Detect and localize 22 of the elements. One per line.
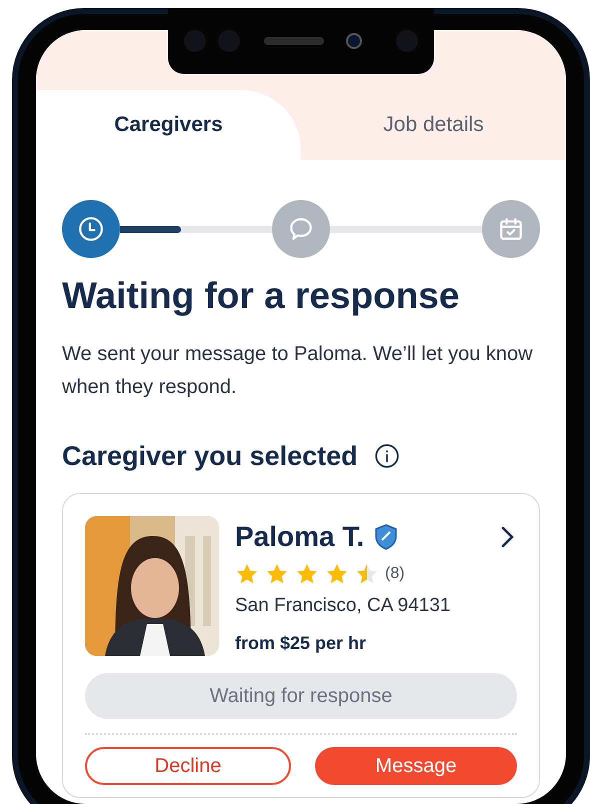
hourly-rate: from $25 per hr (235, 632, 368, 655)
calendar-check-icon (498, 216, 524, 242)
review-count: (8) (385, 564, 405, 584)
caregiver-location: San Francisco, CA 94131 (235, 594, 452, 618)
chat-bubble-icon (288, 216, 314, 242)
star-icon (235, 562, 259, 586)
decline-button[interactable]: Decline (85, 747, 291, 785)
star-icon (295, 562, 319, 586)
page-title: Waiting for a response (62, 274, 460, 318)
message-button[interactable]: Message (315, 747, 517, 785)
status-message: We sent your message to Paloma. We’ll let you know when they respond. (62, 342, 534, 400)
camera-icon (346, 33, 362, 49)
speaker-grille (264, 37, 324, 45)
clock-icon (78, 216, 104, 242)
status-pill: Waiting for response (85, 673, 517, 719)
star-icon (325, 562, 349, 586)
tab[interactable]: Caregivers (36, 90, 301, 160)
half-star-icon (355, 562, 379, 586)
caregiver-name[interactable]: Paloma T. (235, 516, 364, 558)
star-icon (265, 562, 289, 586)
info-icon[interactable] (374, 443, 400, 470)
section-title: Caregiver you selected (62, 440, 358, 473)
